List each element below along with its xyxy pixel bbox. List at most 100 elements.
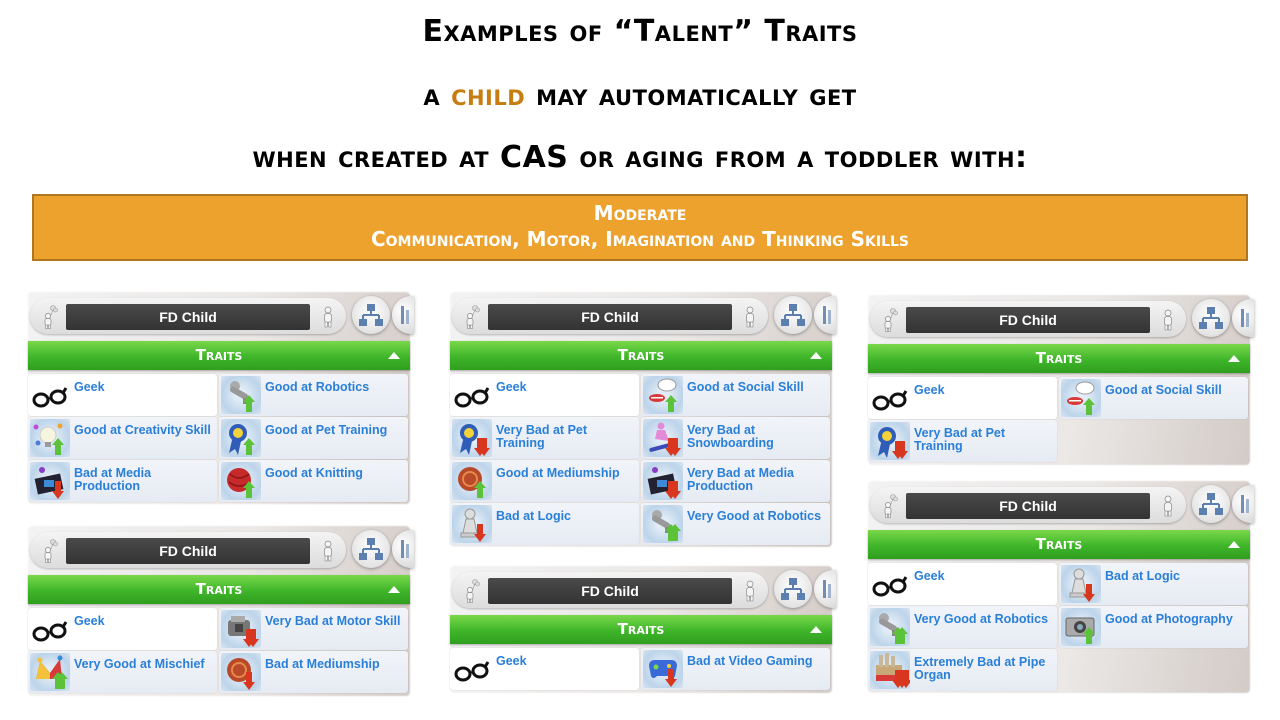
- collapse-caret-icon[interactable]: [388, 352, 400, 359]
- sim-panel-1: FD Child Traits Geek Good at Robotics Good…: [28, 292, 414, 504]
- trait-item[interactable]: Very Bad at Pet Training: [868, 420, 1057, 462]
- sim-name-pill[interactable]: FD Child: [30, 532, 346, 568]
- traits-section-header[interactable]: Traits: [28, 575, 410, 604]
- crystal-ball-icon: [452, 462, 492, 500]
- trait-item[interactable]: Bad at Logic: [450, 503, 639, 545]
- child-balloon-icon: [42, 305, 58, 329]
- trait-item[interactable]: Bad at Mediumship: [219, 651, 408, 693]
- trait-label: Very Bad at Snowboarding: [687, 423, 774, 450]
- sim-name-pill[interactable]: FD Child: [870, 301, 1186, 337]
- sim-name: FD Child: [66, 538, 310, 564]
- trait-item[interactable]: Very Bad at Media Production: [641, 460, 830, 502]
- trait-item[interactable]: Geek: [450, 374, 639, 416]
- child-figure-icon[interactable]: [742, 579, 758, 603]
- child-figure-icon[interactable]: [1160, 308, 1176, 332]
- robot-arm-icon: [221, 376, 261, 414]
- traits-section-header[interactable]: Traits: [868, 530, 1250, 559]
- trait-item[interactable]: Geek: [868, 377, 1057, 419]
- stats-button[interactable]: [392, 530, 414, 568]
- trait-label: Bad at Logic: [1105, 569, 1181, 583]
- family-tree-button[interactable]: [774, 570, 812, 608]
- trait-label: Very Bad at Media Production: [687, 466, 794, 493]
- collapse-caret-icon[interactable]: [1228, 355, 1240, 362]
- sim-name-pill[interactable]: FD Child: [452, 298, 768, 334]
- trait-item[interactable]: Very Good at Robotics: [641, 503, 830, 545]
- family-tree-icon: [781, 304, 805, 326]
- sim-name-pill[interactable]: FD Child: [30, 298, 346, 334]
- trait-item[interactable]: Good at Knitting: [219, 460, 408, 502]
- trait-item[interactable]: Good at Robotics: [219, 374, 408, 416]
- trait-label: Good at Pet Training: [265, 423, 388, 437]
- family-tree-button[interactable]: [352, 296, 390, 334]
- child-figure-icon[interactable]: [742, 305, 758, 329]
- collapse-caret-icon[interactable]: [1228, 541, 1240, 548]
- stats-button[interactable]: [1232, 485, 1254, 523]
- sim-name: FD Child: [488, 304, 732, 330]
- stats-button[interactable]: [392, 296, 414, 334]
- trait-item[interactable]: Very Bad at Pet Training: [450, 417, 639, 459]
- sim-panel-2: FD Child Traits Geek Very Bad at Motor Sk…: [28, 526, 414, 696]
- trait-item[interactable]: Geek: [28, 608, 217, 650]
- film-icon: [643, 462, 683, 500]
- stats-button[interactable]: [1232, 299, 1254, 337]
- trait-item[interactable]: Good at Photography: [1059, 606, 1248, 648]
- trait-item[interactable]: Good at Social Skill: [641, 374, 830, 416]
- banner-level: Moderate: [593, 201, 687, 225]
- stats-button[interactable]: [814, 296, 836, 334]
- robot-arm-icon: [870, 608, 910, 646]
- trait-label: Geek: [74, 380, 105, 394]
- sim-header: FD Child: [28, 296, 414, 336]
- traits-section-header[interactable]: Traits: [28, 341, 410, 370]
- trait-label: Bad at Media Production: [74, 466, 152, 493]
- trait-item[interactable]: Very Good at Mischief: [28, 651, 217, 693]
- trait-item[interactable]: Good at Social Skill: [1059, 377, 1248, 419]
- trait-item[interactable]: Good at Creativity Skill: [28, 417, 217, 459]
- collapse-caret-icon[interactable]: [388, 586, 400, 593]
- child-figure-icon[interactable]: [320, 305, 336, 329]
- traits-section-header[interactable]: Traits: [450, 341, 832, 370]
- trait-label: Bad at Video Gaming: [687, 654, 813, 668]
- trait-label: Very Bad at Motor Skill: [265, 614, 401, 628]
- speech-lips-icon: [1061, 379, 1101, 417]
- child-balloon-icon: [42, 539, 58, 563]
- family-tree-button[interactable]: [352, 530, 390, 568]
- traits-section-header[interactable]: Traits: [450, 615, 832, 644]
- traits-section-label: Traits: [1035, 349, 1083, 367]
- family-tree-button[interactable]: [1192, 485, 1230, 523]
- trait-item[interactable]: Very Bad at Snowboarding: [641, 417, 830, 459]
- trait-item[interactable]: Good at Mediumship: [450, 460, 639, 502]
- traits-section-header[interactable]: Traits: [868, 344, 1250, 373]
- trait-item[interactable]: Bad at Media Production: [28, 460, 217, 502]
- trait-item[interactable]: Geek: [28, 374, 217, 416]
- trait-item[interactable]: Bad at Video Gaming: [641, 648, 830, 690]
- trait-item[interactable]: Very Good at Robotics: [868, 606, 1057, 648]
- stats-button[interactable]: [814, 570, 836, 608]
- trait-item[interactable]: Bad at Logic: [1059, 563, 1248, 605]
- family-tree-icon: [359, 304, 383, 326]
- family-tree-button[interactable]: [774, 296, 812, 334]
- trait-item[interactable]: Good at Pet Training: [219, 417, 408, 459]
- trait-label: Very Bad at Pet Training: [914, 426, 1006, 453]
- collapse-caret-icon[interactable]: [810, 626, 822, 633]
- trait-item[interactable]: Extremely Bad at Pipe Organ: [868, 649, 1057, 691]
- traits-section-label: Traits: [195, 346, 243, 364]
- glasses-icon: [870, 379, 910, 417]
- sim-name-pill[interactable]: FD Child: [870, 487, 1186, 523]
- bar-chart-icon: [1241, 309, 1249, 327]
- trait-item[interactable]: Very Bad at Motor Skill: [219, 608, 408, 650]
- collapse-caret-icon[interactable]: [810, 352, 822, 359]
- skills-banner: Moderate Communication, Motor, Imaginati…: [32, 194, 1248, 261]
- lightbulb-icon: [30, 419, 70, 457]
- trait-item[interactable]: Geek: [450, 648, 639, 690]
- sim-name-pill[interactable]: FD Child: [452, 572, 768, 608]
- child-figure-icon[interactable]: [320, 539, 336, 563]
- sim-header: FD Child: [868, 299, 1254, 339]
- jester-hat-icon: [30, 653, 70, 691]
- trait-label: Bad at Logic: [496, 509, 572, 523]
- child-figure-icon[interactable]: [1160, 494, 1176, 518]
- crystal-ball-icon: [221, 653, 261, 691]
- trait-item[interactable]: Geek: [868, 563, 1057, 605]
- trait-label: Extremely Bad at Pipe Organ: [914, 655, 1046, 682]
- family-tree-button[interactable]: [1192, 299, 1230, 337]
- trait-label: Good at Social Skill: [687, 380, 804, 394]
